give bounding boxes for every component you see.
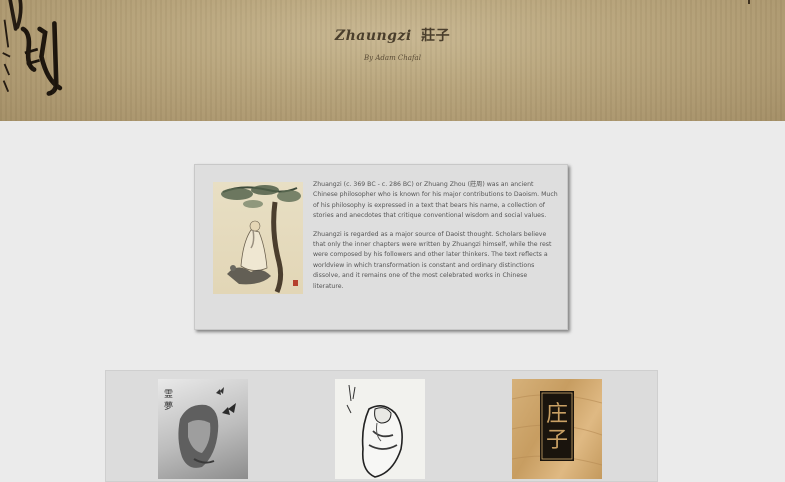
sage-under-pine-painting [213, 182, 303, 294]
intro-paragraph: Zhuangzi (c. 369 BC - c. 286 BC) or Zhua… [313, 181, 558, 220]
image-gallery: 霊 夢 庄子 [105, 370, 658, 482]
intro-card: Zhuangzi (c. 369 BC - c. 286 BC) or Zhua… [194, 164, 568, 330]
header-banner: Zhaungzi 莊子 By Adam Chafal [0, 0, 785, 121]
woodblock-character: 庄子 [546, 402, 568, 453]
zhuangzi-woodblock-image[interactable]: 庄子 [512, 379, 602, 479]
svg-text:霊: 霊 [164, 389, 173, 400]
author-byline: By Adam Chafal [364, 54, 421, 62]
page-title: Zhaungzi 莊子 [0, 25, 785, 45]
intro-text: Zhuangzi (c. 369 BC - c. 286 BC) or Zhua… [313, 180, 559, 300]
page-title-latin: Zhaungzi [334, 28, 412, 44]
ink-sage-figure-image[interactable] [335, 379, 425, 479]
page-title-chinese: 莊子 [421, 28, 451, 44]
svg-text:夢: 夢 [164, 400, 173, 412]
intro-paragraph: Zhuangzi is regarded as a major source o… [313, 230, 552, 290]
portrait-with-butterfly-image[interactable]: 霊 夢 [158, 379, 248, 479]
banner-edge-mark [748, 0, 750, 4]
